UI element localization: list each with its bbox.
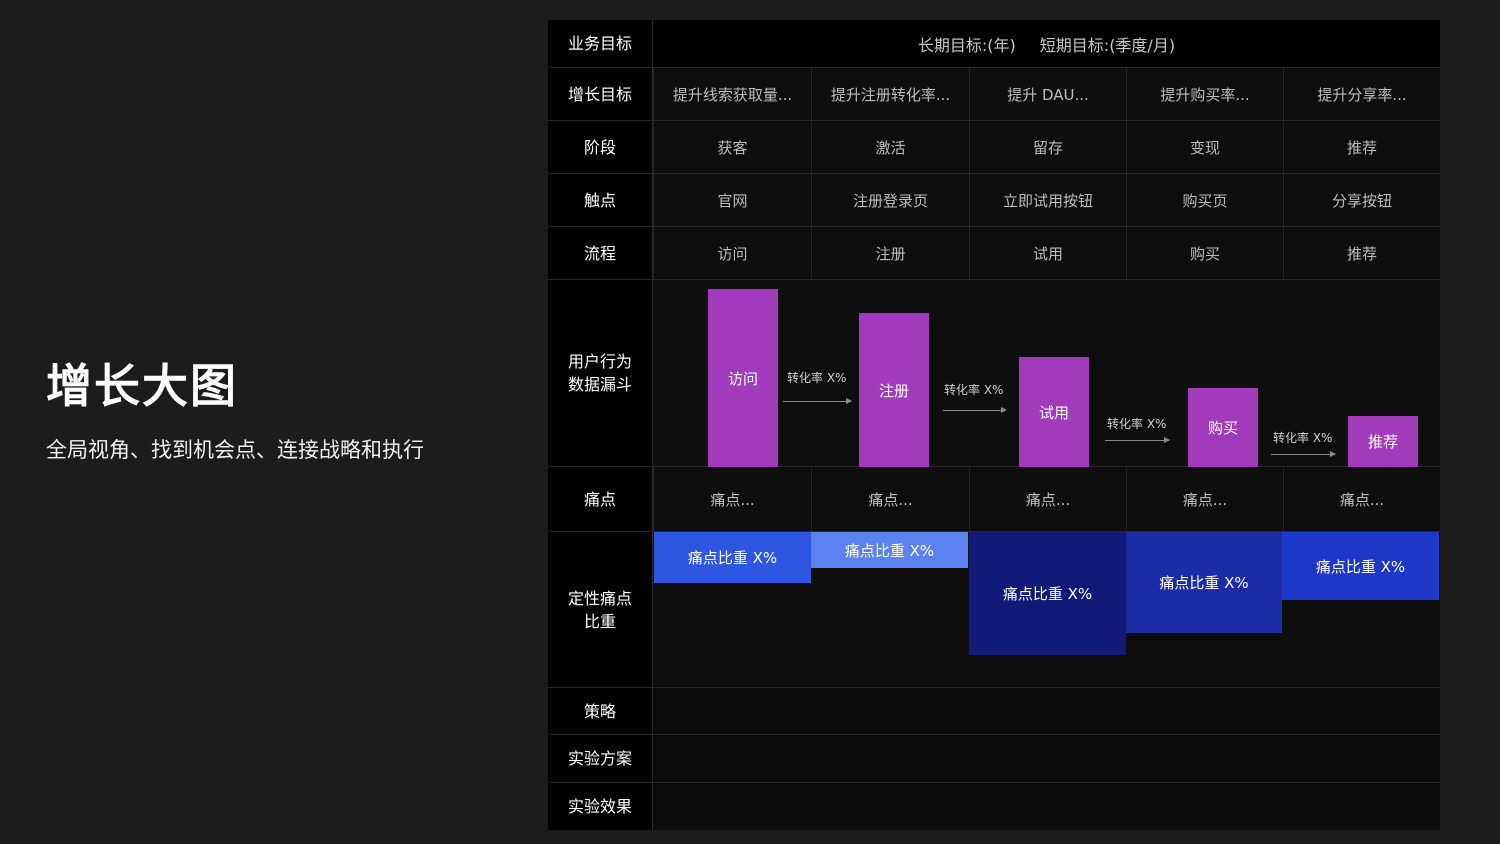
pain-point-cell: 痛点...	[1126, 467, 1283, 531]
short-term-goal: 短期目标:(季度/月)	[1039, 35, 1176, 55]
conversion-rate-label: 转化率 X%	[1107, 417, 1167, 431]
pain-point-cell: 痛点...	[1283, 467, 1440, 531]
growth-goal-cell: 提升 DAU...	[969, 68, 1126, 120]
pain-point-cell: 痛点...	[811, 467, 969, 531]
growth-goal-cell: 提升购买率...	[1126, 68, 1283, 120]
strategy-content	[653, 688, 1440, 734]
row-header: 触点	[548, 174, 653, 226]
row-header: 业务目标	[548, 20, 653, 67]
row-header: 痛点	[548, 467, 653, 531]
pain-ratio-block: 痛点比重 X%	[1282, 532, 1439, 600]
flow-cell: 推荐	[1283, 227, 1440, 279]
page-subtitle: 全局视角、找到机会点、连接战略和执行	[46, 438, 424, 462]
row-experiment-result: 实验效果	[548, 783, 1440, 830]
row-pain-points: 痛点 痛点... 痛点... 痛点... 痛点... 痛点...	[548, 467, 1440, 532]
row-funnel: 用户行为 数据漏斗 访问 转化率 X% 注册 转化率 X% 试用 转化率 X% …	[548, 280, 1440, 467]
funnel-bar-visit: 访问	[708, 289, 778, 467]
stage-cell: 推荐	[1283, 121, 1440, 173]
arrow-icon	[783, 398, 852, 404]
flow-cell: 购买	[1126, 227, 1283, 279]
growth-goal-cell: 提升注册转化率...	[811, 68, 969, 120]
funnel-bar-referral: 推荐	[1348, 416, 1418, 467]
touchpoint-cell: 分享按钮	[1283, 174, 1440, 226]
row-header: 定性痛点 比重	[548, 532, 653, 687]
row-growth-goal: 增长目标 提升线索获取量... 提升注册转化率... 提升 DAU... 提升购…	[548, 68, 1440, 121]
pain-ratio-block: 痛点比重 X%	[654, 532, 811, 583]
row-pain-ratio: 定性痛点 比重 痛点比重 X% 痛点比重 X% 痛点比重 X% 痛点比重 X% …	[548, 532, 1440, 688]
row-header: 实验方案	[548, 735, 653, 782]
stage-cell: 获客	[653, 121, 811, 173]
funnel-bar-trial: 试用	[1019, 357, 1089, 467]
touchpoint-cell: 注册登录页	[811, 174, 969, 226]
business-goal-content: 长期目标:(年) 短期目标:(季度/月)	[653, 20, 1440, 67]
row-business-goal: 业务目标 长期目标:(年) 短期目标:(季度/月)	[548, 20, 1440, 68]
touchpoint-cell: 官网	[653, 174, 811, 226]
conversion-rate-label: 转化率 X%	[787, 371, 847, 385]
row-header: 实验效果	[548, 783, 653, 830]
pain-ratio-block: 痛点比重 X%	[811, 532, 968, 568]
row-flow: 流程 访问 注册 试用 购买 推荐	[548, 227, 1440, 280]
page-title: 增长大图	[46, 359, 238, 413]
touchpoint-cell: 购买页	[1126, 174, 1283, 226]
growth-map-board: 业务目标 长期目标:(年) 短期目标:(季度/月) 增长目标 提升线索获取量..…	[548, 20, 1440, 830]
long-term-goal: 长期目标:(年)	[917, 35, 1016, 55]
stage-cell: 留存	[969, 121, 1126, 173]
funnel-bar-register: 注册	[859, 313, 929, 467]
pain-ratio-block: 痛点比重 X%	[1126, 532, 1282, 633]
growth-goal-cell: 提升线索获取量...	[653, 68, 811, 120]
experiment-plan-content	[653, 735, 1440, 782]
row-stage: 阶段 获客 激活 留存 变现 推荐	[548, 121, 1440, 174]
arrow-icon	[1271, 451, 1336, 457]
pain-point-cell: 痛点...	[969, 467, 1126, 531]
pain-ratio-block: 痛点比重 X%	[969, 532, 1126, 655]
stage-cell: 激活	[811, 121, 969, 173]
conversion-rate-label: 转化率 X%	[944, 383, 1004, 397]
row-header: 阶段	[548, 121, 653, 173]
growth-goal-cell: 提升分享率...	[1283, 68, 1440, 120]
flow-cell: 注册	[811, 227, 969, 279]
touchpoint-cell: 立即试用按钮	[969, 174, 1126, 226]
stage-cell: 变现	[1126, 121, 1283, 173]
flow-cell: 访问	[653, 227, 811, 279]
arrow-icon	[943, 407, 1007, 413]
pain-point-cell: 痛点...	[653, 467, 811, 531]
row-header: 增长目标	[548, 68, 653, 120]
arrow-icon	[1105, 437, 1170, 443]
row-header: 流程	[548, 227, 653, 279]
row-touchpoint: 触点 官网 注册登录页 立即试用按钮 购买页 分享按钮	[548, 174, 1440, 227]
experiment-result-content	[653, 783, 1440, 830]
row-strategy: 策略	[548, 688, 1440, 735]
funnel-bar-purchase: 购买	[1188, 388, 1258, 467]
flow-cell: 试用	[969, 227, 1126, 279]
row-experiment-plan: 实验方案	[548, 735, 1440, 783]
conversion-rate-label: 转化率 X%	[1273, 431, 1333, 445]
row-header: 策略	[548, 688, 653, 734]
row-header: 用户行为 数据漏斗	[548, 280, 653, 466]
